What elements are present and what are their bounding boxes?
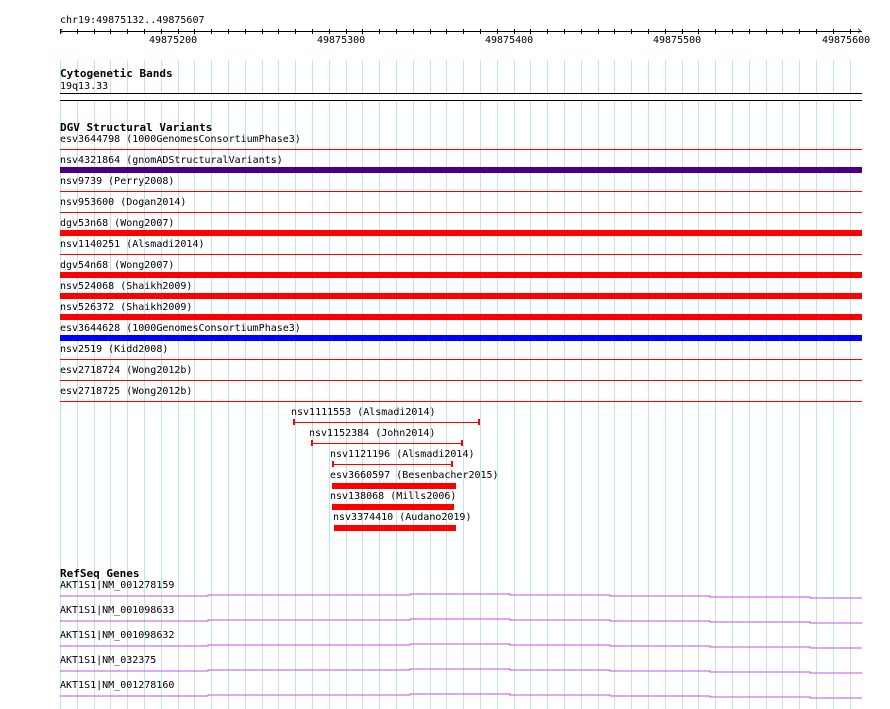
refseq-gene-line[interactable] xyxy=(60,593,862,599)
refseq-gene-line[interactable] xyxy=(60,668,862,674)
refseq-gene-line[interactable] xyxy=(60,618,862,624)
refseq-gene-line[interactable] xyxy=(60,693,862,699)
genome-browser: chr19:49875132..49875607 ‹ › 49875200 49… xyxy=(0,0,890,709)
refseq-gene-line[interactable] xyxy=(60,643,862,649)
refseq-gene-lines xyxy=(60,593,862,699)
